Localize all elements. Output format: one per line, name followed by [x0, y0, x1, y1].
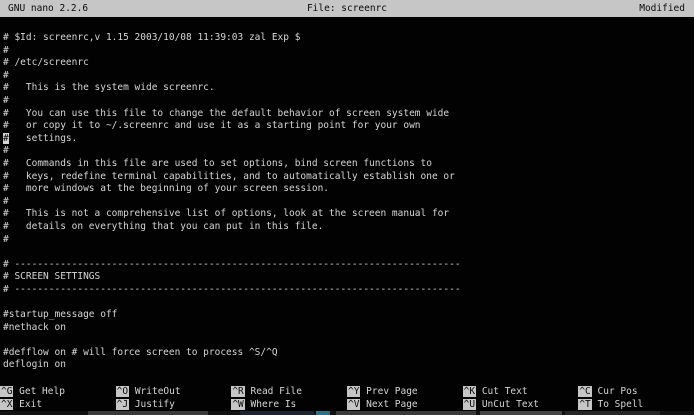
dock-fragment [88, 411, 208, 415]
shortcut-key-chip: ^T [578, 399, 591, 410]
shortcut-item: ^C Cur Pos [578, 385, 694, 398]
shortcut-key-chip: ^G [0, 386, 13, 397]
shortcut-item: ^X Exit [0, 398, 116, 411]
shortcut-key-chip: ^J [116, 399, 129, 410]
shortcut-label: Where Is [245, 399, 296, 410]
editor-line: # or copy it to ~/.screenrc and use it a… [3, 120, 461, 133]
modified-badge: Modified [639, 0, 685, 17]
editor-line: # [3, 145, 461, 158]
shortcut-label: Get Help [13, 386, 64, 397]
cropped-dock-strip [0, 411, 694, 415]
shortcut-row-2: ^X Exit^J Justify^W Where Is^V Next Page… [0, 398, 694, 411]
editor-line: # more windows at the beginning of your … [3, 183, 461, 196]
nano-titlebar: GNU nano 2.2.6 File: screenrc Modified [0, 0, 694, 17]
terminal-window[interactable]: GNU nano 2.2.6 File: screenrc Modified #… [0, 0, 694, 415]
dock-fragment [565, 411, 660, 415]
editor-line: # This is the system wide screenrc. [3, 82, 461, 95]
shortcut-item: ^W Where Is [231, 398, 347, 411]
shortcut-item: ^Y Prev Page [347, 385, 463, 398]
editor-line: # keys, redefine terminal capabilities, … [3, 171, 461, 184]
shortcut-label: Prev Page [360, 386, 417, 397]
shortcut-key-chip: ^V [347, 399, 360, 410]
shortcut-label: WriteOut [129, 386, 180, 397]
dock-fragment [336, 411, 476, 415]
editor-line: #defflow on # will force screen to proce… [3, 347, 461, 360]
shortcut-item: ^R Read File [231, 385, 347, 398]
shortcut-item: ^T To Spell [578, 398, 694, 411]
editor-line [3, 246, 461, 259]
shortcut-key-chip: ^X [0, 399, 13, 410]
editor-line: # --------------------------------------… [3, 259, 461, 272]
shortcut-item: ^V Next Page [347, 398, 463, 411]
editor-line: # [3, 196, 461, 209]
shortcut-item: ^U UnCut Text [463, 398, 579, 411]
shortcut-key-chip: ^Y [347, 386, 360, 397]
editor-line: # details on everything that you can put… [3, 221, 461, 234]
shortcut-label: Justify [129, 399, 175, 410]
dock-fragment [480, 411, 562, 415]
shortcut-bar: ^G Get Help^O WriteOut^R Read File^Y Pre… [0, 385, 694, 411]
dock-fragment [316, 411, 330, 415]
shortcut-item: ^J Justify [116, 398, 232, 411]
editor-line: # --------------------------------------… [3, 284, 461, 297]
editor-line: # This is not a comprehensive list of op… [3, 208, 461, 221]
editor-line: # Commands in this file are used to set … [3, 158, 461, 171]
editor-line: # /etc/screenrc [3, 57, 461, 70]
shortcut-key-chip: ^R [231, 386, 244, 397]
dock-fragment [240, 411, 314, 415]
shortcut-label: Exit [13, 399, 42, 410]
shortcut-label: Next Page [360, 399, 417, 410]
shortcut-key-chip: ^U [463, 399, 476, 410]
shortcut-item: ^K Cut Text [463, 385, 579, 398]
shortcut-key-chip: ^C [578, 386, 591, 397]
shortcut-key-chip: ^W [231, 399, 244, 410]
shortcut-item: ^O WriteOut [116, 385, 232, 398]
editor-area[interactable]: # $Id: screenrc,v 1.15 2003/10/08 11:39:… [3, 32, 461, 372]
shortcut-label: To Spell [592, 399, 643, 410]
editor-line: # SCREEN SETTINGS [3, 271, 461, 284]
editor-line: deflogin on [3, 359, 461, 372]
editor-line: #startup_message off [3, 309, 461, 322]
shortcut-item: ^G Get Help [0, 385, 116, 398]
editor-line: # You can use this file to change the de… [3, 108, 461, 121]
text-cursor: # [3, 133, 9, 144]
shortcut-label: Cur Pos [592, 386, 638, 397]
editor-line: # [3, 45, 461, 58]
file-name-title: File: screenrc [0, 0, 694, 17]
shortcut-label: Read File [245, 386, 302, 397]
editor-line: # settings. [3, 133, 461, 146]
editor-line: # [3, 95, 461, 108]
editor-line: #nethack on [3, 322, 461, 335]
editor-line: # [3, 70, 461, 83]
editor-line: # $Id: screenrc,v 1.15 2003/10/08 11:39:… [3, 32, 461, 45]
editor-line [3, 334, 461, 347]
shortcut-key-chip: ^K [463, 386, 476, 397]
shortcut-label: UnCut Text [476, 399, 539, 410]
editor-line: # [3, 234, 461, 247]
shortcut-label: Cut Text [476, 386, 527, 397]
shortcut-row-1: ^G Get Help^O WriteOut^R Read File^Y Pre… [0, 385, 694, 398]
editor-line [3, 296, 461, 309]
shortcut-key-chip: ^O [116, 386, 129, 397]
